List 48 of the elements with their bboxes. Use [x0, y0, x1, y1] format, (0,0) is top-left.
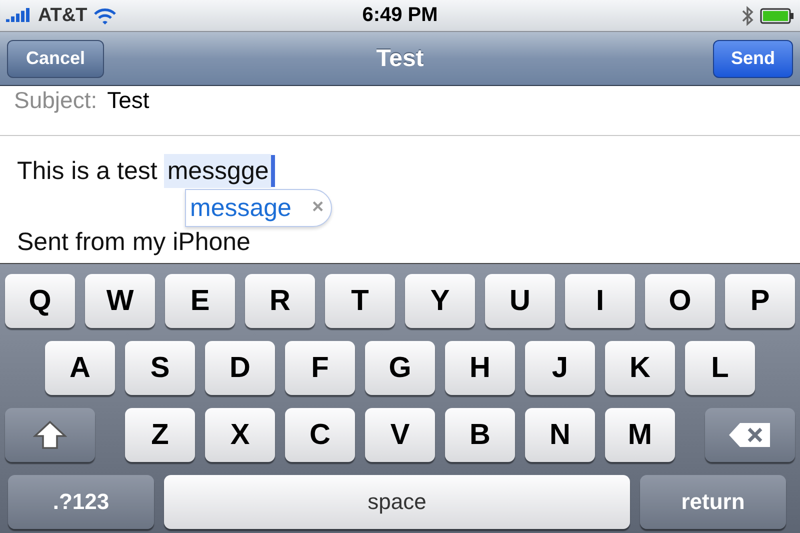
battery-icon [760, 8, 794, 24]
letter-key[interactable]: D [205, 341, 275, 395]
letter-key[interactable]: J [525, 341, 595, 395]
letter-key[interactable]: L [685, 341, 755, 395]
letter-key[interactable]: V [365, 408, 435, 462]
signature-text: Sent from my iPhone [17, 228, 252, 257]
signal-icon [6, 8, 32, 24]
letter-key[interactable]: Q [5, 274, 75, 328]
message-text: This is a test [17, 156, 158, 186]
delete-key[interactable] [705, 408, 795, 462]
letter-key[interactable]: N [525, 408, 595, 462]
clock-time: 6:49 PM [362, 4, 438, 27]
letter-key[interactable]: Y [405, 274, 475, 328]
letter-key[interactable]: U [485, 274, 555, 328]
letter-key[interactable]: A [45, 341, 115, 395]
letter-key[interactable]: P [725, 274, 795, 328]
subject-label: Subject: [14, 86, 98, 114]
letter-key[interactable]: W [85, 274, 155, 328]
misspelled-word[interactable]: messgge [164, 154, 271, 188]
letter-key[interactable]: E [165, 274, 235, 328]
carrier-name: AT&T [38, 4, 88, 26]
letter-key[interactable]: I [565, 274, 635, 328]
send-button[interactable]: Send [713, 40, 793, 78]
letter-key[interactable]: O [645, 274, 715, 328]
letter-key[interactable]: K [605, 341, 675, 395]
space-bar[interactable]: space [164, 475, 630, 529]
letter-key[interactable]: T [325, 274, 395, 328]
letter-key[interactable]: M [605, 408, 675, 462]
return-key[interactable]: return [640, 475, 786, 529]
letter-key[interactable]: X [205, 408, 275, 462]
letter-key[interactable]: F [285, 341, 355, 395]
shift-arrow-icon [33, 420, 67, 450]
backspace-icon [728, 422, 772, 448]
numbers-key[interactable]: .?123 [8, 475, 154, 529]
screen-title: Test [376, 44, 424, 72]
letter-key[interactable]: C [285, 408, 355, 462]
wifi-icon [93, 6, 118, 24]
letter-key[interactable]: S [125, 341, 195, 395]
letter-key[interactable]: R [245, 274, 315, 328]
subject-field[interactable]: Test [107, 86, 150, 114]
letter-key[interactable]: Z [125, 408, 195, 462]
bluetooth-icon [742, 6, 754, 26]
text-cursor [270, 155, 275, 187]
cancel-button[interactable]: Cancel [7, 40, 104, 78]
shift-key[interactable] [5, 408, 95, 462]
letter-key[interactable]: B [445, 408, 515, 462]
letter-key[interactable]: H [445, 341, 515, 395]
letter-key[interactable]: G [365, 341, 435, 395]
